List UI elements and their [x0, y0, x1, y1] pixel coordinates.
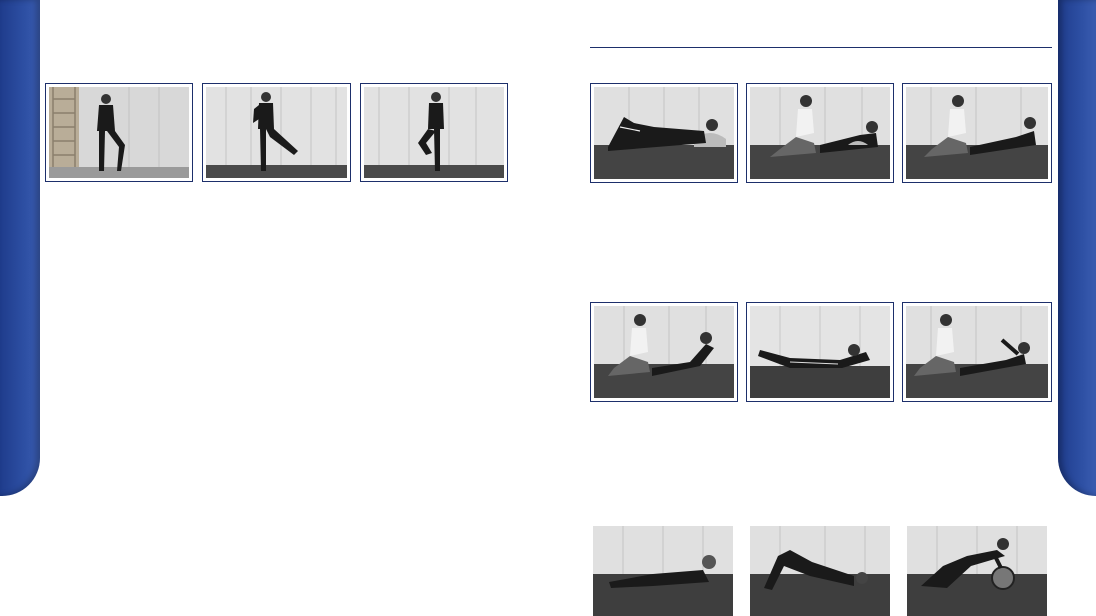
exercise-photo-kneeling-ball-roll — [907, 526, 1047, 616]
exercise-photo-assisted-prone-bolster — [746, 83, 894, 183]
section-divider-line — [590, 47, 1052, 48]
exercise-photo-assisted-prone-extension — [590, 302, 738, 402]
exercise-photo-assisted-prone-arm-raise — [902, 302, 1052, 402]
exercise-photo-assisted-prone-stretch — [902, 83, 1052, 183]
exercise-photo-standing-wall-bars — [45, 83, 193, 182]
left-side-tab — [0, 0, 40, 496]
exercise-photo-standing-knee-raise — [360, 83, 508, 182]
exercise-photo-lying-back-bolster — [590, 83, 738, 183]
exercise-photo-standing-leg-raise — [202, 83, 351, 182]
exercise-photo-side-lying — [593, 526, 733, 616]
right-side-tab — [1058, 0, 1096, 496]
exercise-photo-prone-superman — [746, 302, 894, 402]
exercise-photo-glute-bridge — [750, 526, 890, 616]
